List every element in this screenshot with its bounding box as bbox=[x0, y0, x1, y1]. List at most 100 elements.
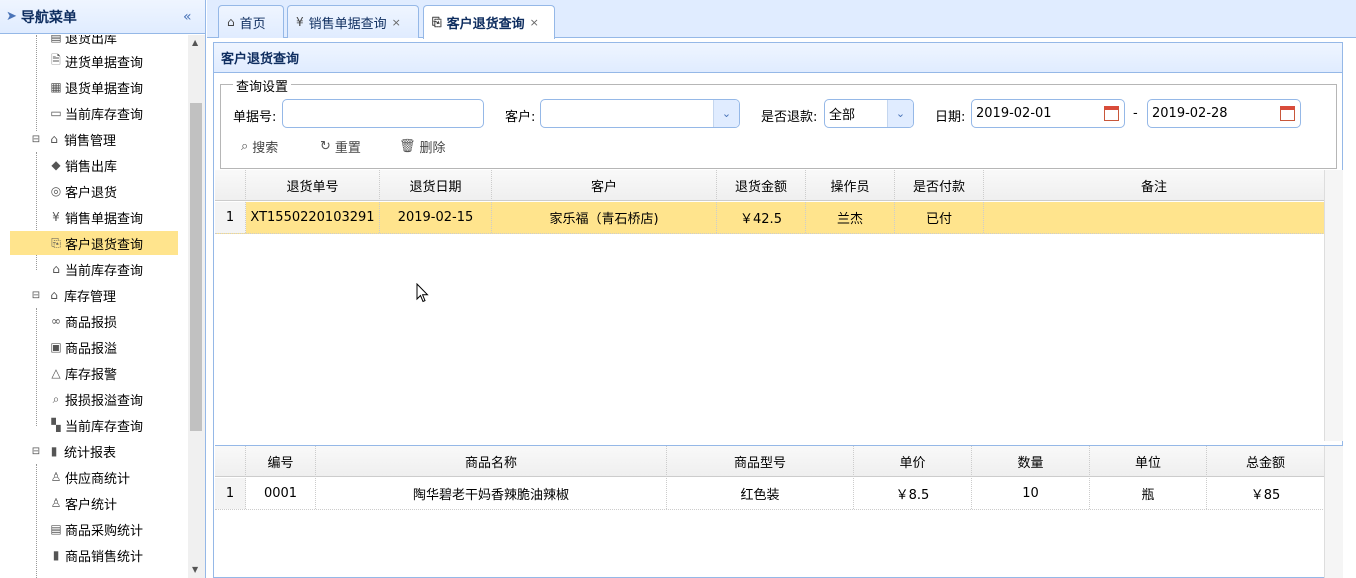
calendar-icon[interactable] bbox=[1280, 106, 1295, 121]
sidebar-item-goods-overflow[interactable]: ▣ 商品报溢 bbox=[48, 335, 178, 359]
calendar-icon[interactable] bbox=[1104, 106, 1119, 121]
sidebar-item-loss-overflow-query[interactable]: ⌕ 报损报溢查询 bbox=[48, 387, 178, 411]
sidebar-group-label: 统计报表 bbox=[64, 445, 117, 461]
column-header[interactable]: 数量 bbox=[972, 446, 1090, 477]
column-header[interactable]: 退货金额 bbox=[717, 170, 806, 201]
bill-no-label: 单据号: bbox=[233, 110, 277, 125]
sidebar-item-label: 商品销售统计 bbox=[65, 549, 144, 565]
sidebar-item-label: 退货出库 bbox=[65, 35, 118, 47]
sidebar-item-label: 报损报溢查询 bbox=[65, 393, 144, 409]
search-label: 搜索 bbox=[252, 141, 279, 156]
collapse-minus-icon[interactable]: ⊟ bbox=[28, 287, 44, 303]
table-row[interactable]: 1 0001 陶华碧老干妈香辣脆油辣椒 红色装 ￥8.5 10 瓶 ￥85 bbox=[215, 478, 1325, 510]
navigation-icon: ➤ bbox=[6, 9, 17, 24]
column-header[interactable]: 客户 bbox=[492, 170, 717, 201]
close-icon[interactable]: × bbox=[530, 16, 539, 29]
scrollbar-thumb[interactable] bbox=[190, 103, 202, 431]
date-from-input[interactable]: 2019-02-01 bbox=[971, 99, 1125, 128]
column-header[interactable]: 退货日期 bbox=[380, 170, 492, 201]
tab-bar: ⌂ 首页 ¥ 销售单据查询 × ⎘ 客户退货查询 × bbox=[207, 0, 1356, 39]
table-cell: ￥42.5 bbox=[717, 202, 806, 233]
table-cell: ￥85 bbox=[1207, 478, 1325, 509]
user-icon: ♙ bbox=[50, 470, 62, 484]
column-header[interactable]: 备注 bbox=[984, 170, 1325, 201]
bill-no-input[interactable] bbox=[282, 99, 484, 128]
tab-home[interactable]: ⌂ 首页 bbox=[218, 5, 284, 38]
column-header[interactable]: 退货单号 bbox=[246, 170, 380, 201]
search-button[interactable]: ⌕ 搜索 bbox=[241, 137, 278, 156]
sidebar-item-sales-stats[interactable]: ▮ 商品销售统计 bbox=[48, 543, 178, 567]
tab-customer-return-query[interactable]: ⎘ 客户退货查询 × bbox=[423, 5, 555, 39]
sidebar-item-current-stock-2[interactable]: ⌂ 当前库存查询 bbox=[48, 257, 178, 281]
customer-label: 客户: bbox=[505, 110, 536, 125]
sidebar-item-purchase-bill-query[interactable]: 🗎 进货单据查询 bbox=[48, 49, 178, 73]
sidebar-group-inventory[interactable]: ⊟ ⌂ 库存管理 bbox=[28, 283, 178, 307]
chevron-down-icon[interactable]: ⌄ bbox=[713, 100, 739, 127]
column-header[interactable]: 总金额 bbox=[1207, 446, 1325, 477]
return-doc-icon: ⎘ bbox=[432, 15, 442, 29]
column-header[interactable]: 单位 bbox=[1090, 446, 1207, 477]
scroll-up-icon[interactable]: ▲ bbox=[192, 38, 198, 47]
grid-icon: ▚ bbox=[51, 418, 61, 432]
collapse-minus-icon[interactable]: ⊟ bbox=[28, 443, 44, 459]
date-from-value: 2019-02-01 bbox=[976, 106, 1052, 121]
column-header[interactable]: 商品型号 bbox=[667, 446, 854, 477]
sidebar: ➤ 导航菜单 « ▤ 退货出库 🗎 进货单据查询 ▦ 退货单据查询 ▭ 当前库存… bbox=[0, 0, 206, 578]
sidebar-item-label: 退货单据查询 bbox=[65, 81, 144, 97]
column-header[interactable]: 单价 bbox=[854, 446, 972, 477]
sidebar-item-customer-return[interactable]: ◎ 客户退货 bbox=[48, 179, 178, 203]
sidebar-group-sales[interactable]: ⊟ ⌂ 销售管理 bbox=[28, 127, 178, 151]
tab-label: 客户退货查询 bbox=[446, 17, 525, 32]
sidebar-item-stock-alarm[interactable]: △ 库存报警 bbox=[48, 361, 178, 385]
delete-button[interactable]: 🗑 删除 bbox=[399, 137, 446, 156]
scroll-down-icon[interactable]: ▼ bbox=[192, 565, 198, 574]
image-icon: ▣ bbox=[50, 340, 62, 354]
column-header[interactable]: 编号 bbox=[246, 446, 316, 477]
grid-scrollbar[interactable] bbox=[1324, 446, 1343, 578]
sidebar-item-sales-bill-query[interactable]: ¥ 销售单据查询 bbox=[48, 205, 178, 229]
sidebar-item-label: 商品报损 bbox=[65, 315, 118, 331]
reset-button[interactable]: ↻ 重置 bbox=[320, 137, 361, 156]
double-chevron-left-icon[interactable]: « bbox=[183, 9, 192, 25]
doc-edit-icon: ▤ bbox=[50, 522, 62, 536]
chevron-down-icon[interactable]: ⌄ bbox=[887, 100, 913, 127]
tab-sales-bill-query[interactable]: ¥ 销售单据查询 × bbox=[287, 5, 419, 38]
sidebar-item-sales-out[interactable]: ◆ 销售出库 bbox=[48, 153, 178, 177]
sidebar-scrollbar[interactable]: ▲ ▼ bbox=[188, 35, 205, 578]
column-header[interactable]: 是否付款 bbox=[895, 170, 984, 201]
sidebar-item-label: 进货单据查询 bbox=[65, 55, 144, 71]
sidebar-item-customer-stats[interactable]: ♙ 客户统计 bbox=[48, 491, 178, 515]
refund-label: 是否退款: bbox=[761, 110, 818, 125]
sidebar-item-label: 销售单据查询 bbox=[65, 211, 144, 227]
sidebar-item-customer-return-query[interactable]: ⎘ 客户退货查询 bbox=[10, 231, 178, 255]
close-icon[interactable]: × bbox=[392, 16, 401, 29]
column-header[interactable]: 操作员 bbox=[806, 170, 895, 201]
grid-scrollbar[interactable] bbox=[1324, 170, 1343, 441]
collapse-minus-icon[interactable]: ⊟ bbox=[28, 131, 44, 147]
calendar-doc-icon: ▦ bbox=[50, 80, 62, 94]
refund-select[interactable]: 全部 ⌄ bbox=[824, 99, 914, 128]
column-header[interactable]: 商品名称 bbox=[316, 446, 667, 477]
sidebar-title: 导航菜单 bbox=[20, 9, 77, 26]
sidebar-item-goods-loss[interactable]: ∞ 商品报损 bbox=[48, 309, 178, 333]
sidebar-item-current-stock-1[interactable]: ▭ 当前库存查询 bbox=[48, 101, 178, 125]
sidebar-item-supplier-stats[interactable]: ♙ 供应商统计 bbox=[48, 465, 178, 489]
home-icon: ⌂ bbox=[227, 15, 235, 29]
customer-select[interactable]: ⌄ bbox=[540, 99, 740, 128]
nav-tree: ▤ 退货出库 🗎 进货单据查询 ▦ 退货单据查询 ▭ 当前库存查询 ⊟ ⌂ 销售… bbox=[0, 35, 188, 578]
store-icon: ⌂ bbox=[50, 132, 58, 146]
sidebar-item-return-out[interactable]: ▤ 退货出库 bbox=[48, 35, 178, 49]
sidebar-group-reports[interactable]: ⊟ ▮ 统计报表 bbox=[28, 439, 178, 463]
sidebar-item-current-stock-3[interactable]: ▚ 当前库存查询 bbox=[48, 413, 178, 437]
doc-icon: ▤ bbox=[50, 35, 62, 44]
row-number: 1 bbox=[215, 202, 246, 233]
table-cell: 家乐福（青石桥店) bbox=[492, 202, 717, 233]
sidebar-item-purchase-stats[interactable]: ▤ 商品采购统计 bbox=[48, 517, 178, 541]
sidebar-item-return-bill-query[interactable]: ▦ 退货单据查询 bbox=[48, 75, 178, 99]
table-cell: 0001 bbox=[246, 478, 316, 509]
table-row[interactable]: 1 XT1550220103291 2019-02-15 家乐福（青石桥店) ￥… bbox=[215, 202, 1325, 234]
tab-label: 首页 bbox=[239, 16, 266, 32]
date-to-input[interactable]: 2019-02-28 bbox=[1147, 99, 1301, 128]
table-cell: 红色装 bbox=[667, 478, 854, 509]
yen-doc-icon: ¥ bbox=[52, 210, 60, 224]
